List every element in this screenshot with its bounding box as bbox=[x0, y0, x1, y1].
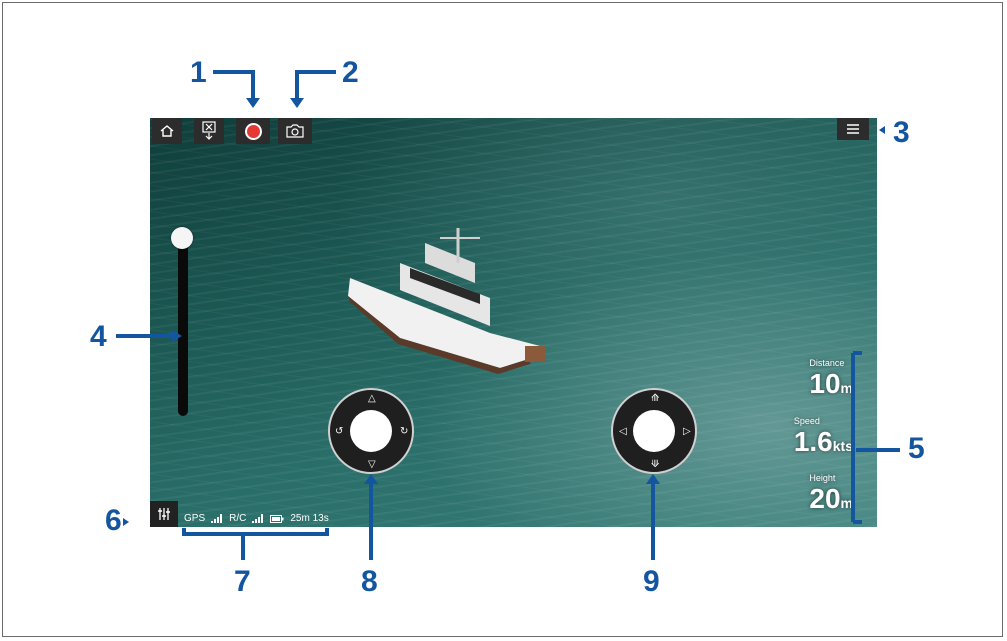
callout-6: 6 bbox=[105, 504, 122, 537]
callout-8: 8 bbox=[361, 565, 378, 598]
callout-lines bbox=[116, 70, 900, 560]
callout-1: 1 bbox=[190, 56, 207, 89]
callout-7: 7 bbox=[234, 565, 251, 598]
callout-5: 5 bbox=[908, 432, 925, 465]
callout-9: 9 bbox=[643, 565, 660, 598]
callout-4: 4 bbox=[90, 320, 107, 353]
callout-2: 2 bbox=[342, 56, 359, 89]
callout-3: 3 bbox=[893, 116, 910, 149]
